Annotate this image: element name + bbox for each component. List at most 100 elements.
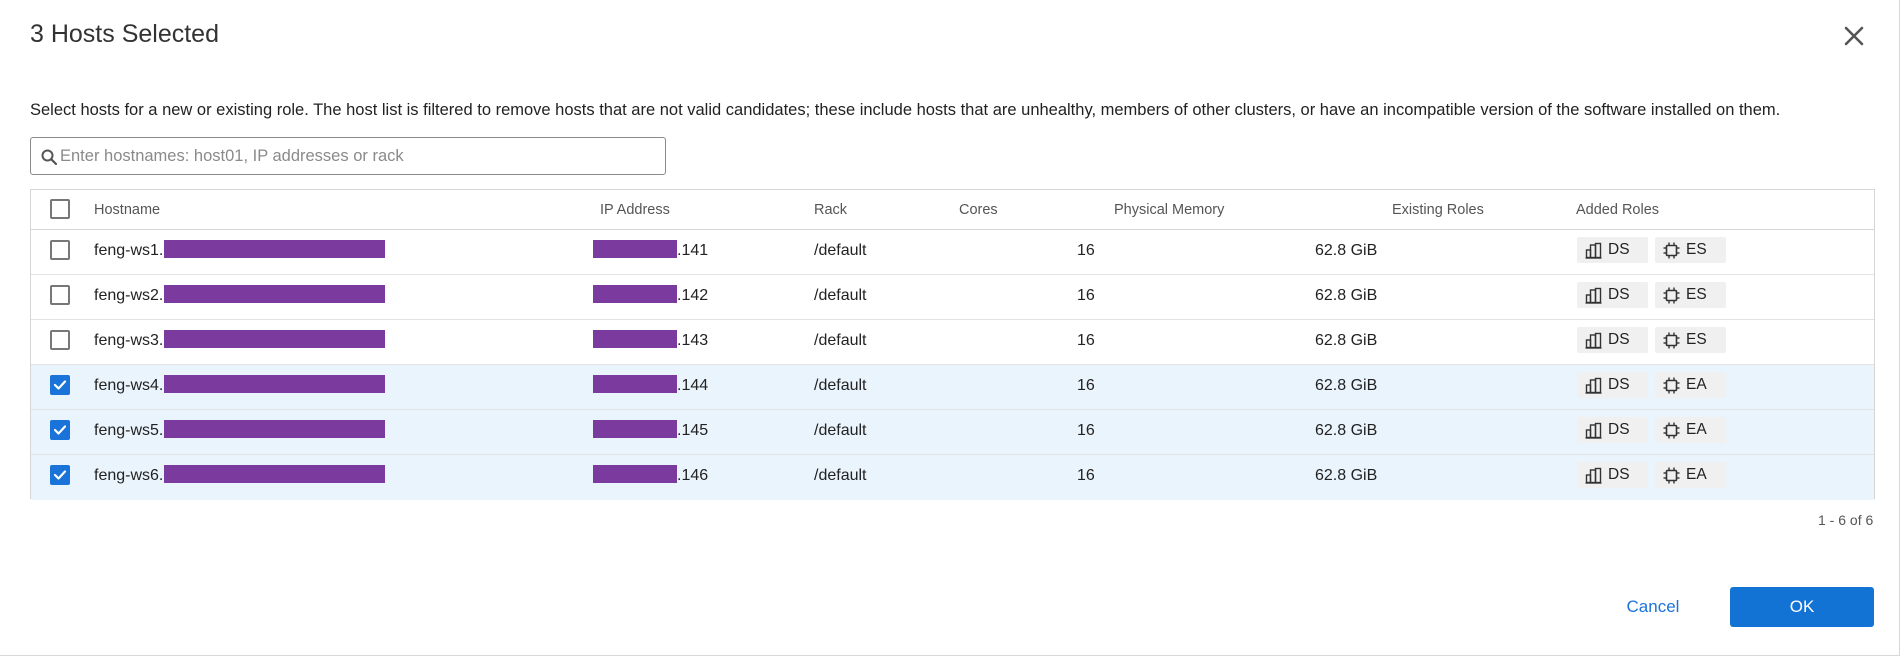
added-role-badge[interactable]: ES xyxy=(1655,327,1726,353)
ok-button[interactable]: OK xyxy=(1730,587,1874,627)
row-checkbox[interactable] xyxy=(50,285,70,305)
column-header-cores[interactable]: Cores xyxy=(959,202,998,218)
added-role-badge[interactable]: ES xyxy=(1655,237,1726,263)
memory-cell: 62.8 GiB xyxy=(1315,422,1378,439)
pagination-info: 1 - 6 of 6 xyxy=(1818,512,1874,528)
hostname-cell: feng-ws6. xyxy=(94,467,164,484)
column-header-memory[interactable]: Physical Memory xyxy=(1114,202,1224,218)
select-all-checkbox[interactable] xyxy=(50,199,70,219)
role-label: DS xyxy=(1608,421,1630,438)
hostname-cell: feng-ws2. xyxy=(94,287,164,304)
chip-role-icon xyxy=(1663,467,1680,483)
cores-cell: 16 xyxy=(1077,242,1095,259)
datanode-role-icon xyxy=(1585,467,1602,484)
table-row[interactable]: feng-ws2. .142/default 16 62.8 GiB DS ES xyxy=(31,275,1874,320)
rack-cell: /default xyxy=(814,422,867,439)
close-button[interactable] xyxy=(1836,18,1872,54)
redaction-block xyxy=(164,375,385,393)
redaction-block xyxy=(164,240,385,258)
ip-cell: .143 xyxy=(677,332,709,349)
chip-role-icon xyxy=(1663,242,1680,258)
memory-cell: 62.8 GiB xyxy=(1315,242,1378,259)
role-label: EA xyxy=(1686,376,1707,393)
role-label: ES xyxy=(1686,286,1707,303)
row-checkbox[interactable] xyxy=(50,420,70,440)
datanode-role-icon xyxy=(1585,332,1602,349)
added-role-badge[interactable]: ES xyxy=(1655,282,1726,308)
dialog-description: Select hosts for a new or existing role.… xyxy=(30,101,1781,119)
rack-cell: /default xyxy=(814,467,867,484)
datanode-role-icon xyxy=(1585,287,1602,304)
column-header-hostname[interactable]: Hostname xyxy=(94,202,160,218)
hosts-dialog: 3 Hosts Selected Select hosts for a new … xyxy=(0,0,1900,656)
datanode-role-icon xyxy=(1585,377,1602,394)
redaction-block xyxy=(164,465,385,483)
memory-cell: 62.8 GiB xyxy=(1315,332,1378,349)
column-header-ip[interactable]: IP Address xyxy=(600,202,670,218)
table-row[interactable]: feng-ws4. .144/default 16 62.8 GiB DS EA xyxy=(31,365,1874,410)
rack-cell: /default xyxy=(814,377,867,394)
added-role-badge[interactable]: DS xyxy=(1577,417,1648,443)
added-role-badge[interactable]: EA xyxy=(1655,372,1726,398)
row-checkbox[interactable] xyxy=(50,465,70,485)
added-role-badge[interactable]: DS xyxy=(1577,237,1648,263)
added-role-badge[interactable]: DS xyxy=(1577,462,1648,488)
search-box xyxy=(30,137,666,175)
ip-cell: .146 xyxy=(677,467,709,484)
redaction-block xyxy=(593,330,677,348)
memory-cell: 62.8 GiB xyxy=(1315,467,1378,484)
datanode-role-icon xyxy=(1585,422,1602,439)
search-icon xyxy=(41,149,57,165)
role-label: DS xyxy=(1608,331,1630,348)
close-icon xyxy=(1844,26,1864,46)
memory-cell: 62.8 GiB xyxy=(1315,377,1378,394)
role-label: DS xyxy=(1608,466,1630,483)
row-checkbox[interactable] xyxy=(50,375,70,395)
search-input[interactable] xyxy=(60,139,655,173)
table-header: Hostname IP Address Rack Cores Physical … xyxy=(31,190,1874,230)
redaction-block xyxy=(164,420,385,438)
chip-role-icon xyxy=(1663,377,1680,393)
memory-cell: 62.8 GiB xyxy=(1315,287,1378,304)
role-label: EA xyxy=(1686,466,1707,483)
column-header-rack[interactable]: Rack xyxy=(814,202,847,218)
ip-cell: .142 xyxy=(677,287,709,304)
hostname-cell: feng-ws3. xyxy=(94,332,164,349)
chip-role-icon xyxy=(1663,287,1680,303)
table-row[interactable]: feng-ws6. .146/default 16 62.8 GiB DS EA xyxy=(31,455,1874,500)
redaction-block xyxy=(593,375,677,393)
hostname-cell: feng-ws4. xyxy=(94,377,164,394)
cores-cell: 16 xyxy=(1077,287,1095,304)
ip-cell: .144 xyxy=(677,377,709,394)
rack-cell: /default xyxy=(814,332,867,349)
redaction-block xyxy=(164,285,385,303)
rack-cell: /default xyxy=(814,242,867,259)
cancel-button[interactable]: Cancel xyxy=(1618,588,1688,626)
cores-cell: 16 xyxy=(1077,422,1095,439)
chip-role-icon xyxy=(1663,332,1680,348)
table-row[interactable]: feng-ws5. .145/default 16 62.8 GiB DS EA xyxy=(31,410,1874,455)
role-label: DS xyxy=(1608,376,1630,393)
dialog-title: 3 Hosts Selected xyxy=(30,20,219,48)
role-label: ES xyxy=(1686,331,1707,348)
table-row[interactable]: feng-ws3. .143/default 16 62.8 GiB DS ES xyxy=(31,320,1874,365)
column-header-added-roles[interactable]: Added Roles xyxy=(1576,202,1659,218)
hostname-cell: feng-ws5. xyxy=(94,422,164,439)
cores-cell: 16 xyxy=(1077,377,1095,394)
added-role-badge[interactable]: DS xyxy=(1577,282,1648,308)
cores-cell: 16 xyxy=(1077,332,1095,349)
table-row[interactable]: feng-ws1. .141/default 16 62.8 GiB DS ES xyxy=(31,230,1874,275)
row-checkbox[interactable] xyxy=(50,330,70,350)
row-checkbox[interactable] xyxy=(50,240,70,260)
redaction-block xyxy=(593,240,677,258)
ip-cell: .145 xyxy=(677,422,709,439)
hosts-table: Hostname IP Address Rack Cores Physical … xyxy=(30,189,1875,500)
added-role-badge[interactable]: EA xyxy=(1655,462,1726,488)
redaction-block xyxy=(593,285,677,303)
added-role-badge[interactable]: DS xyxy=(1577,327,1648,353)
column-header-existing-roles[interactable]: Existing Roles xyxy=(1392,202,1484,218)
redaction-block xyxy=(593,465,677,483)
added-role-badge[interactable]: DS xyxy=(1577,372,1648,398)
redaction-block xyxy=(593,420,677,438)
added-role-badge[interactable]: EA xyxy=(1655,417,1726,443)
